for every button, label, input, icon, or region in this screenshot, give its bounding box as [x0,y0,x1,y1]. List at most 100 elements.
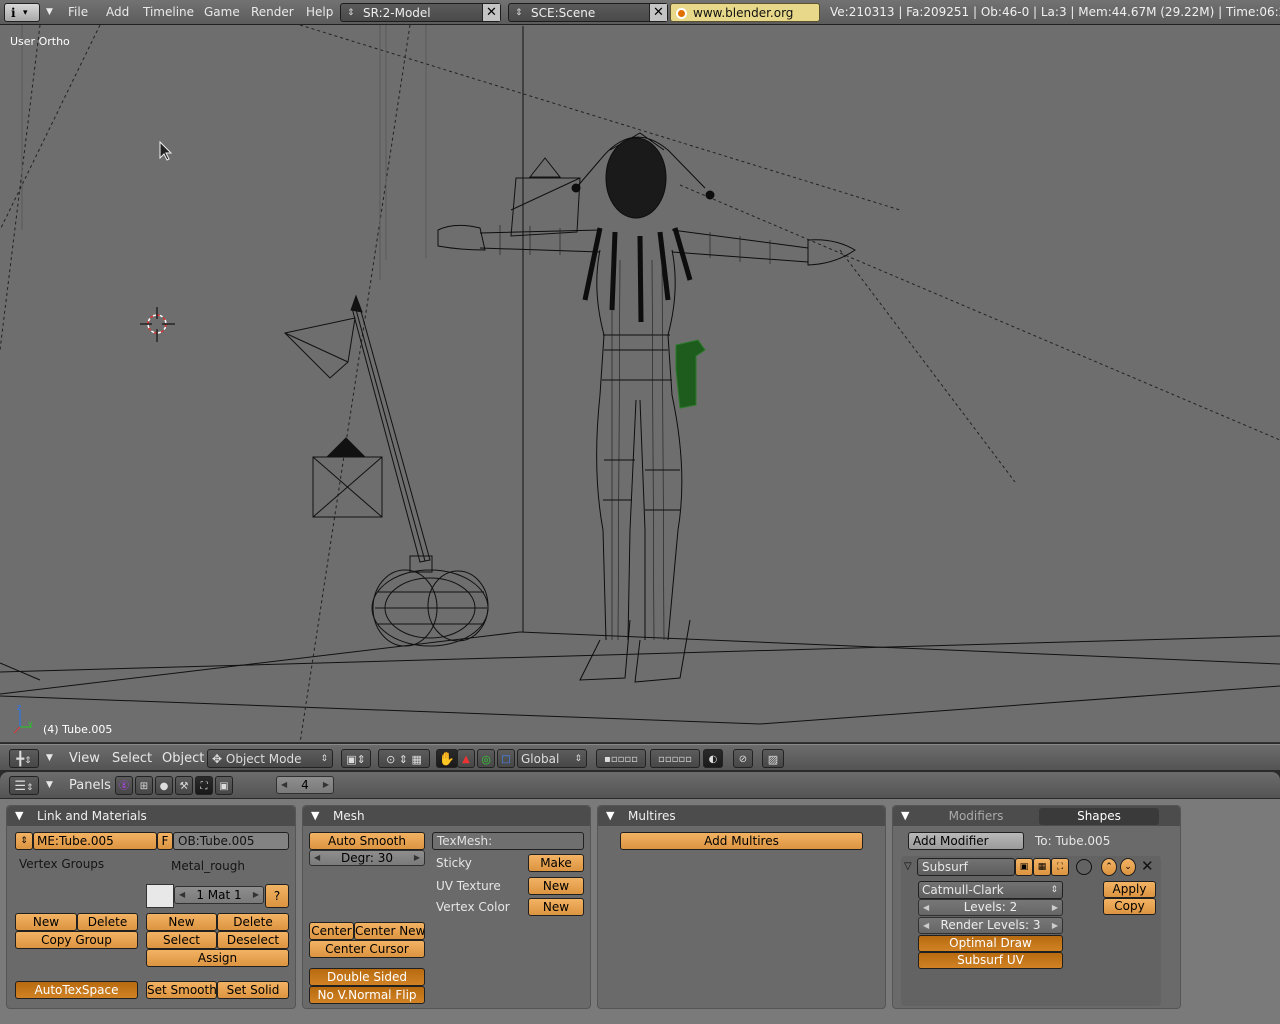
render-levels-field[interactable]: ◀ Render Levels: 3 ▶ [918,917,1063,934]
copy-modifier-button[interactable]: Copy [1103,898,1156,915]
menu-add[interactable]: Add [106,3,129,22]
close-icon[interactable]: ✕ [649,4,667,21]
shading-context-icon[interactable]: ● [155,776,173,795]
right-arrow-icon[interactable]: ▶ [323,777,329,793]
center-new-button[interactable]: Center New [354,922,425,940]
menu-view[interactable]: View [69,749,100,768]
screen-selector[interactable]: ⇕ SR:2-Model ✕ [340,3,501,22]
right-arrow-icon[interactable]: ▶ [1052,900,1058,915]
autotexspace-toggle[interactable]: AutoTexSpace [15,981,138,999]
left-arrow-icon[interactable]: ◀ [179,887,185,903]
3d-viewport[interactable]: z y User Ortho (4) Tube.005 [0,25,1280,743]
texmesh-field[interactable]: TexMesh: [432,832,584,850]
tab-modifiers[interactable]: Modifiers [915,808,1037,825]
scene-selector[interactable]: ⇕ SCE:Scene ✕ [508,3,668,22]
camera-object-back[interactable] [510,157,581,237]
modifier-expand-icon[interactable]: ▽ [904,861,912,872]
character-mesh[interactable] [437,132,856,683]
hammer-mesh[interactable] [350,294,489,647]
sticky-make-button[interactable]: Make [528,854,584,872]
material-select-button[interactable]: Select [146,931,217,949]
subsurf-uv-toggle[interactable]: Subsurf UV [918,952,1063,969]
modifier-name-field[interactable]: Subsurf [917,858,1015,876]
optimal-draw-toggle[interactable]: Optimal Draw [918,935,1063,952]
uv-texture-new-button[interactable]: New [528,877,584,895]
logic-context-icon[interactable]: ⓖ [115,776,133,795]
header-collapse-icon[interactable]: ▼ [46,749,53,768]
set-smooth-button[interactable]: Set Smooth [146,981,217,999]
add-multires-button[interactable]: Add Multires [620,832,863,850]
selected-object-tube005[interactable] [675,339,706,409]
mode-selector[interactable]: ✥ Object Mode ⇕ [207,749,333,768]
rotate-manipulator-icon[interactable]: ◎ [477,749,495,768]
object-name-field[interactable]: OB:Tube.005 [173,832,289,850]
material-deselect-button[interactable]: Deselect [217,931,289,949]
material-index-field[interactable]: ◀ 1 Mat 1 ▶ [174,886,264,904]
draw-type-selector[interactable]: ▣⇕ [341,749,371,768]
manipulator-toggle-icon[interactable]: ✋ [436,749,458,768]
close-icon[interactable]: ✕ [482,4,500,21]
vertex-color-new-button[interactable]: New [528,898,584,916]
right-arrow-icon[interactable]: ▶ [253,887,259,903]
menu-game[interactable]: Game [204,3,240,22]
tab-shapes[interactable]: Shapes [1039,808,1159,825]
left-arrow-icon[interactable]: ◀ [923,918,929,933]
render-preview-icon[interactable]: ▨ [762,749,784,768]
fake-user-button[interactable]: F [157,832,173,850]
window-type-button[interactable]: i ▾ [4,3,40,22]
move-up-icon[interactable]: ⌃ [1101,858,1117,876]
apply-modifier-button[interactable]: Apply [1103,881,1156,898]
move-down-icon[interactable]: ⌄ [1120,858,1136,876]
script-context-icon[interactable]: ⊞ [135,776,153,795]
menu-help[interactable]: Help [306,3,333,22]
vertex-group-delete-button[interactable]: Delete [77,913,138,931]
vertex-group-new-button[interactable]: New [15,913,77,931]
center-cursor-button[interactable]: Center Cursor [309,940,425,958]
panel-title[interactable]: ▼ Multires [598,806,885,826]
window-type-button[interactable]: ╋⇕ [9,749,39,768]
lock-layers-icon[interactable]: ◐ [703,749,723,768]
camera-object[interactable] [312,437,383,518]
modifier-editmode-toggle-icon[interactable]: ⛶ [1051,858,1069,876]
modifier-cage-icon[interactable] [1076,859,1092,875]
header-collapse-icon[interactable]: ▼ [46,3,53,22]
editing-context-icon[interactable]: ⛶ [195,776,213,795]
menu-object[interactable]: Object [162,749,204,768]
mesh-browse-button[interactable]: ⇕ [15,832,33,850]
pivot-selector[interactable]: ⊙ ⇕ ▦ [378,749,430,768]
scale-manipulator-icon[interactable]: □ [497,749,515,768]
header-collapse-icon[interactable]: ▼ [46,776,53,795]
left-arrow-icon[interactable]: ◀ [314,851,320,865]
material-color-swatch[interactable] [146,884,174,908]
layer-buttons-b[interactable]: ▫▫▫▫▫ [650,749,700,768]
scene-context-icon[interactable]: ▣ [215,776,233,795]
right-arrow-icon[interactable]: ▶ [414,851,420,865]
modifier-realtime-toggle-icon[interactable]: ▦ [1033,858,1051,876]
left-arrow-icon[interactable]: ◀ [281,777,287,793]
material-assign-button[interactable]: Assign [146,949,289,967]
menu-render[interactable]: Render [251,3,294,22]
subdivision-type-selector[interactable]: Catmull-Clark ⇕ [918,881,1063,899]
remove-modifier-icon[interactable]: ✕ [1141,857,1154,875]
set-solid-button[interactable]: Set Solid [217,981,289,999]
menu-file[interactable]: File [68,3,88,22]
left-arrow-icon[interactable]: ◀ [923,900,929,915]
copy-group-button[interactable]: Copy Group [15,931,138,949]
add-modifier-button[interactable]: Add Modifier [908,832,1024,850]
window-type-button[interactable]: ☰⇕ [9,776,39,795]
levels-field[interactable]: ◀ Levels: 2 ▶ [918,899,1063,916]
frame-number-field[interactable]: ◀ 4 ▶ [276,776,334,794]
menu-select[interactable]: Select [112,749,152,768]
no-vnormal-flip-toggle[interactable]: No V.Normal Flip [309,986,425,1004]
double-sided-toggle[interactable]: Double Sided [309,968,425,986]
auto-smooth-degree-field[interactable]: ◀ Degr: 30 ▶ [309,850,425,866]
material-help-button[interactable]: ? [265,884,289,908]
proportional-edit-icon[interactable]: ⊘ [733,749,753,768]
website-link[interactable]: www.blender.org 248.1 [670,3,820,39]
panel-title[interactable]: ▼ Mesh [303,806,590,826]
orientation-selector[interactable]: Global ⇕ [517,749,587,768]
layer-buttons-a[interactable]: ▪▫▫▫▫ [596,749,646,768]
center-button[interactable]: Center [309,922,354,940]
auto-smooth-toggle[interactable]: Auto Smooth [309,832,425,850]
panel-title[interactable]: ▼ Link and Materials [7,806,295,826]
